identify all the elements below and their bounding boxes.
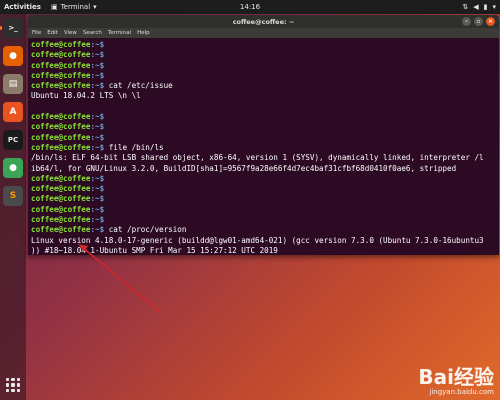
watermark-logo: Bai经验 — [418, 365, 494, 389]
annotation-arrow — [78, 244, 161, 313]
show-applications-icon[interactable] — [6, 378, 20, 392]
watermark-url: jingyan.baidu.com — [429, 388, 494, 396]
watermark: Bai经验 jingyan.baidu.com — [418, 361, 494, 396]
